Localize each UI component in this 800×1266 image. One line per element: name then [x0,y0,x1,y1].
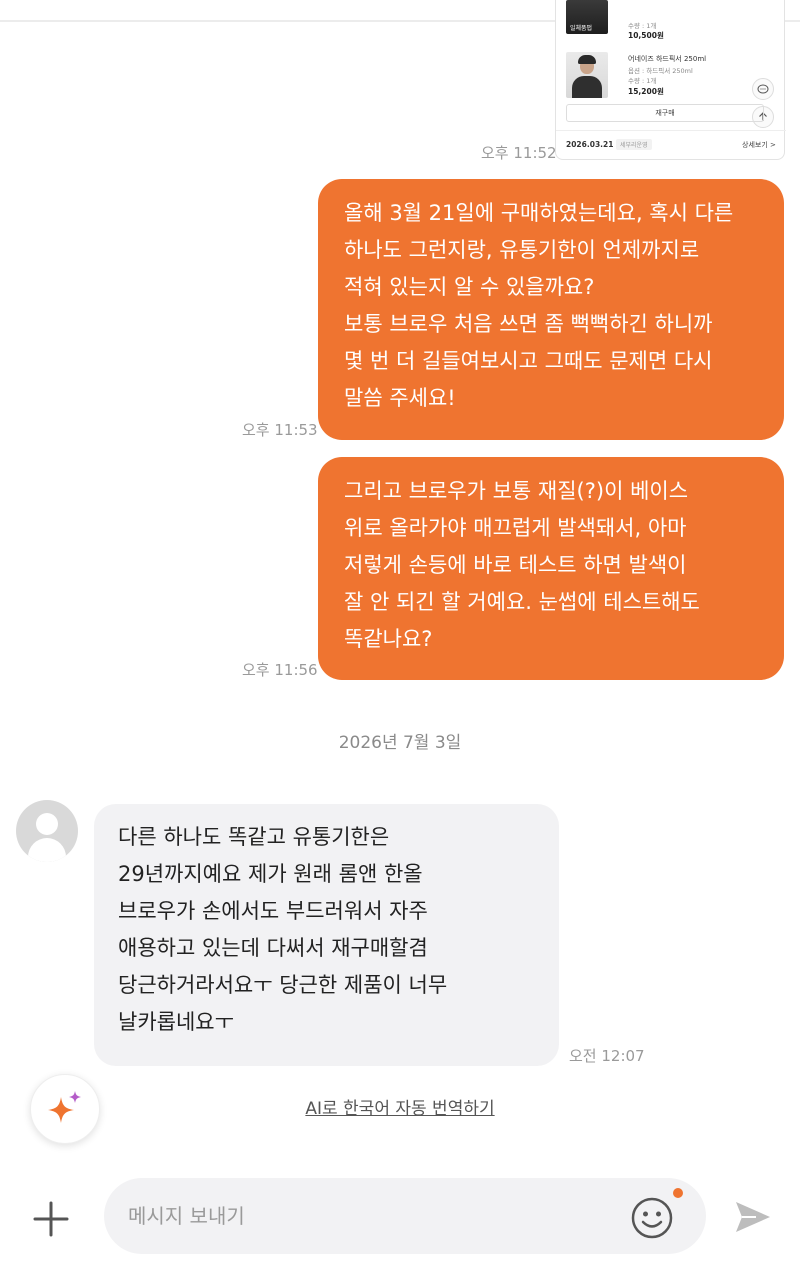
message-timestamp: 오후 11:52 [481,144,557,162]
item-quantity: 수량 : 1개 [628,22,657,30]
message-line: 보통 브로우 처음 쓰면 좀 뻑뻑하긴 하니까 [344,312,713,336]
thumbnail-label: 일체품펍 [570,25,593,32]
outgoing-message-bubble[interactable]: 그리고 브로우가 보통 재질(?)이 베이스 위로 올라가야 매끄럽게 발색돼서… [318,457,784,680]
message-timestamp: 오전 12:07 [569,1047,645,1065]
plus-icon[interactable] [30,1198,72,1240]
message-line: 잘 안 되긴 할 거예요. 눈썹에 테스트해도 [344,590,700,614]
message-line: 브로우가 손에서도 부드러워서 자주 [118,899,428,923]
item-option: 옵션 : 하드픽서 250ml [628,67,693,75]
message-line: 위로 올라가야 매끄럽게 발색돼서, 아마 [344,516,687,540]
date-separator: 2026년 7월 3일 [338,733,462,753]
message-line: 다른 하나도 똑같고 유통기한은 [118,825,390,849]
order-detail-link[interactable]: 상세보기 > [742,140,776,150]
message-input[interactable] [104,1178,706,1254]
product-thumbnail: 일체품펍 [566,0,608,34]
message-line: 적혀 있는지 알 수 있을까요? [344,275,595,299]
order-card[interactable]: 일체품펍 수량 : 1개 10,500원 어네이즈 하드픽서 250ml 옵션 … [555,0,786,160]
auto-translate-link[interactable]: AI로 한국어 자동 번역하기 [0,1094,800,1119]
reorder-button[interactable]: 재구매 [566,104,764,122]
emoji-icon[interactable] [628,1194,676,1242]
item-price: 10,500원 [628,31,664,40]
message-line: 당근하거라서요ㅜ 당근한 제품이 너무 [118,973,448,997]
order-item: 어네이즈 하드픽서 250ml 옵션 : 하드픽서 250ml 수량 : 1개 … [566,52,776,98]
order-badge: 세부리운영 [616,139,652,150]
message-line: 하나도 그런지랑, 유통기한이 언제까지로 [344,238,700,262]
outgoing-message-bubble[interactable]: 올해 3월 21일에 구매하였는데요, 혹시 다른 하나도 그런지랑, 유통기한… [318,179,784,440]
message-timestamp: 오후 11:56 [242,661,318,679]
message-line: 29년까지예요 제가 원래 롬앤 한올 [118,862,423,886]
item-name: 어네이즈 하드픽서 250ml [628,55,707,63]
message-line: 날카롭네요ㅜ [118,1010,234,1034]
message-line: 올해 3월 21일에 구매하였는데요, 혹시 다른 [344,201,734,225]
order-date: 2026.03.21 [566,140,614,149]
notification-dot [673,1188,683,1198]
message-line: 저렇게 손등에 바로 테스트 하면 발색이 [344,553,687,577]
order-item: 일체품펍 수량 : 1개 10,500원 [566,0,776,40]
message-line: 똑같나요? [344,627,433,651]
card-divider [556,130,786,131]
avatar-icon[interactable] [16,800,78,862]
item-price: 15,200원 [628,87,664,96]
message-line: 그리고 브로우가 보통 재질(?)이 베이스 [344,479,689,503]
message-line: 말씀 주세요! [344,386,456,410]
send-icon[interactable] [732,1196,774,1238]
message-timestamp: 오후 11:53 [242,421,318,439]
product-thumbnail [566,52,608,98]
message-line: 몇 번 더 길들여보시고 그때도 문제면 다시 [344,349,713,373]
chat-icon[interactable] [752,78,774,100]
message-line: 애용하고 있는데 다써서 재구매할겸 [118,936,428,960]
incoming-message-bubble[interactable]: 다른 하나도 똑같고 유통기한은 29년까지예요 제가 원래 롬앤 한올 브로우… [94,804,559,1066]
item-quantity: 수량 : 1개 [628,77,657,85]
